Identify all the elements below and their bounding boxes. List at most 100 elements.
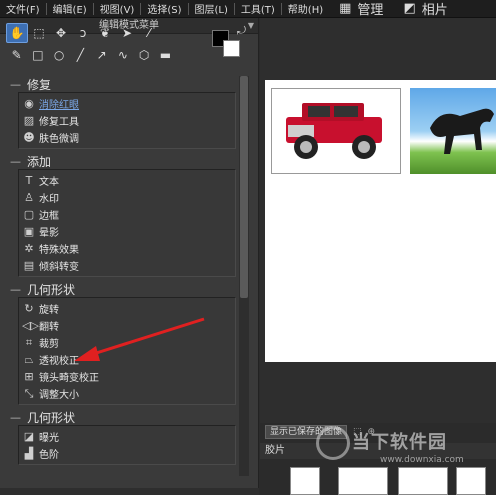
effects-icon: ✲	[24, 242, 34, 255]
section-geometry-2: — 几何形状 ◪ 曝光 ▟ 色阶	[10, 409, 236, 465]
film-thumbnail[interactable]	[456, 467, 486, 495]
item-lens-correction[interactable]: ⊞ 镜头畸变校正	[19, 368, 235, 385]
perspective-icon: ⏢	[24, 352, 34, 366]
section-title: 修复	[27, 77, 52, 92]
collapse-icon[interactable]: —	[10, 411, 21, 424]
section-items: ◪ 曝光 ▟ 色阶	[18, 425, 236, 465]
eyedropper-icon[interactable]: ⁄	[138, 23, 160, 43]
item-resize[interactable]: ⤡ 调整大小	[19, 385, 235, 402]
flip-icon: ◁▷	[22, 319, 39, 332]
item-levels[interactable]: ▟ 色阶	[19, 445, 235, 462]
swap-colors-icon[interactable]: ⤾	[237, 24, 246, 38]
item-repair-tool[interactable]: ▨ 修复工具	[19, 112, 235, 129]
item-label: 消除红眼	[39, 100, 79, 111]
section-items: ◉ 消除红眼 ▨ 修复工具 ☻ 肤色微调	[18, 92, 236, 149]
tool-row-1: ✋ ⬚ ✥ ↄ ❦ ➤ ⁄	[6, 22, 176, 44]
brush-icon[interactable]: ❦	[94, 23, 116, 43]
toolbox: ✋ ⬚ ✥ ↄ ❦ ➤ ⁄ ✎ □ ○ ╱ ↗ ∿ ⬡ ▬	[6, 22, 176, 66]
pointer-icon[interactable]: ➤	[116, 23, 138, 43]
menu-layer[interactable]: 图层(L)	[189, 1, 234, 16]
section-header[interactable]: — 几何形状	[10, 281, 236, 297]
car-image	[286, 103, 382, 159]
face-icon: ☻	[23, 131, 35, 144]
menu-file[interactable]: 文件(F)	[0, 1, 46, 16]
item-label: 翻转	[39, 322, 59, 333]
item-frame[interactable]: ▢ 边框	[19, 206, 235, 223]
curve-icon[interactable]: ∿	[112, 45, 133, 65]
menu-edit[interactable]: 编辑(E)	[47, 1, 93, 16]
color-picker[interactable]: ⤾	[208, 24, 248, 62]
car-photo[interactable]	[271, 88, 401, 174]
adjustments-list: — 修复 ◉ 消除红眼 ▨ 修复工具 ☻ 肤色微调 — 添加 T 文本 ♙ 水印…	[10, 76, 236, 476]
item-exposure[interactable]: ◪ 曝光	[19, 428, 235, 445]
item-label: 镜头畸变校正	[39, 373, 99, 384]
horse-photo[interactable]	[410, 88, 496, 174]
menu-tools[interactable]: 工具(T)	[235, 1, 281, 16]
watermark-logo-icon	[316, 426, 350, 460]
tiltshift-icon: ▤	[23, 259, 35, 272]
pencil-icon[interactable]: ✎	[6, 45, 27, 65]
ellipse-icon[interactable]: ○	[49, 45, 70, 65]
move-icon[interactable]: ✥	[50, 23, 72, 43]
item-label: 色阶	[39, 450, 59, 461]
film-thumbnail[interactable]	[290, 467, 320, 495]
horse-image	[430, 108, 494, 154]
polygon-icon[interactable]: ⬡	[134, 45, 155, 65]
tab-manage[interactable]: ▦ 管理	[329, 0, 393, 18]
workspace	[260, 18, 496, 423]
section-items: T 文本 ♙ 水印 ▢ 边框 ▣ 晕影 ✲ 特殊效果 ▤ 倾斜转变	[18, 169, 236, 277]
item-special-effects[interactable]: ✲ 特殊效果	[19, 240, 235, 257]
item-label: 晕影	[39, 228, 59, 239]
image-canvas[interactable]	[265, 80, 496, 362]
vignette-icon: ▣	[23, 225, 35, 238]
item-label: 裁剪	[39, 339, 59, 350]
rectangle-icon[interactable]: □	[27, 45, 48, 65]
menu-view[interactable]: 视图(V)	[94, 1, 141, 16]
item-red-eye[interactable]: ◉ 消除红眼	[19, 95, 235, 112]
hand-icon[interactable]: ✋	[6, 23, 28, 43]
tab-photo[interactable]: ◩ 相片	[393, 0, 457, 18]
item-label: 倾斜转变	[39, 262, 79, 273]
line-icon[interactable]: ╱	[70, 45, 91, 65]
collapse-icon[interactable]: —	[10, 283, 21, 296]
watermark-title: 当下软件园	[352, 432, 447, 453]
levels-icon: ▟	[24, 447, 34, 460]
section-title: 几何形状	[27, 282, 76, 297]
item-skin-tone[interactable]: ☻ 肤色微调	[19, 129, 235, 146]
item-tilt-shift[interactable]: ▤ 倾斜转变	[19, 257, 235, 274]
menu-help[interactable]: 帮助(H)	[282, 1, 329, 16]
menu-select[interactable]: 选择(S)	[141, 1, 187, 16]
item-label: 文本	[39, 177, 59, 188]
section-header[interactable]: — 添加	[10, 153, 236, 169]
site-watermark: 当下软件园 www.downxia.com	[316, 426, 464, 465]
bandage-icon: ▨	[23, 114, 35, 127]
film-thumbnail[interactable]	[338, 467, 388, 495]
section-header[interactable]: — 修复	[10, 76, 236, 92]
item-label: 边框	[39, 211, 59, 222]
resize-icon: ⤡	[24, 386, 34, 400]
photo-icon: ◩	[403, 1, 416, 16]
scrollbar-thumb[interactable]	[240, 76, 248, 298]
section-add: — 添加 T 文本 ♙ 水印 ▢ 边框 ▣ 晕影 ✲ 特殊效果 ▤ 倾斜转变	[10, 153, 236, 277]
item-watermark[interactable]: ♙ 水印	[19, 189, 235, 206]
watermark-url: www.downxia.com	[380, 455, 464, 465]
background-color[interactable]	[223, 40, 240, 57]
rotate-icon: ↻	[24, 302, 34, 315]
item-text[interactable]: T 文本	[19, 172, 235, 189]
exposure-icon: ◪	[23, 430, 35, 443]
gradient-icon[interactable]: ▬	[155, 45, 176, 65]
collapse-icon[interactable]: —	[10, 155, 21, 168]
item-vignette[interactable]: ▣ 晕影	[19, 223, 235, 240]
lasso-icon[interactable]: ↄ	[72, 23, 94, 43]
chevron-down-icon[interactable]: ▼	[248, 18, 254, 34]
arrow-icon[interactable]: ↗	[91, 45, 112, 65]
panel-scrollbar[interactable]	[239, 76, 249, 476]
film-thumbnail[interactable]	[398, 467, 448, 495]
menubar: 文件(F) 编辑(E) 视图(V) 选择(S) 图层(L) 工具(T) 帮助(H…	[0, 0, 496, 18]
collapse-icon[interactable]: —	[10, 78, 21, 91]
annotation-arrow	[74, 317, 205, 361]
section-header[interactable]: — 几何形状	[10, 409, 236, 425]
tab-photo-label: 相片	[421, 3, 448, 18]
select-icon[interactable]: ⬚	[28, 23, 50, 43]
section-repair: — 修复 ◉ 消除红眼 ▨ 修复工具 ☻ 肤色微调	[10, 76, 236, 149]
